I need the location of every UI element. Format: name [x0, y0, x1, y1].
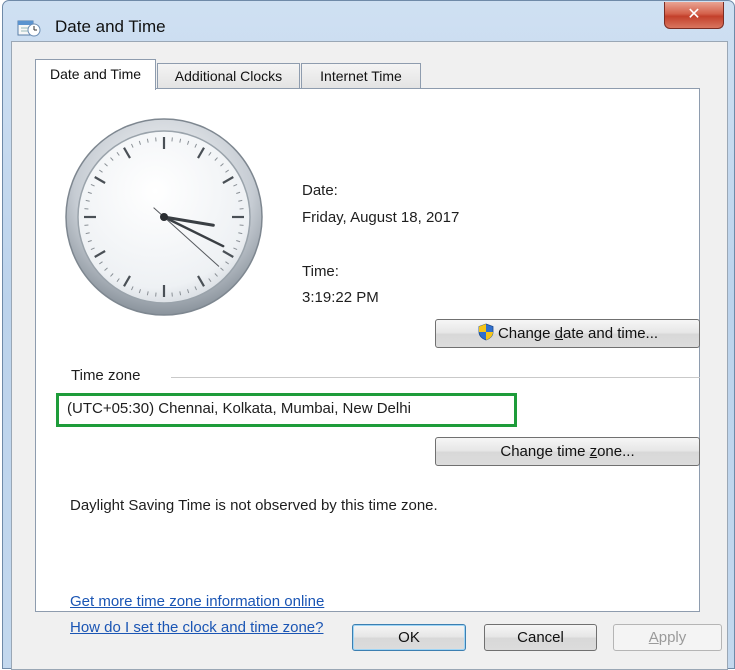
clock-center-cap	[160, 213, 168, 221]
time-zone-heading: Time zone	[71, 367, 140, 384]
time-zone-value: (UTC+05:30) Chennai, Kolkata, Mumbai, Ne…	[67, 400, 411, 417]
button-label-post: one...	[597, 443, 635, 460]
tab-date-and-time[interactable]: Date and Time	[35, 59, 156, 90]
apply-label-accel: A	[649, 629, 659, 646]
time-zone-info-link[interactable]: Get more time zone information online	[70, 593, 324, 610]
change-time-zone-button[interactable]: Change time zone...	[435, 437, 700, 466]
cancel-button[interactable]: Cancel	[484, 624, 597, 651]
tab-label: Additional Clocks	[175, 68, 282, 84]
tab-additional-clocks[interactable]: Additional Clocks	[157, 63, 300, 88]
how-to-set-clock-link[interactable]: How do I set the clock and time zone?	[70, 619, 323, 636]
tab-label: Date and Time	[50, 66, 141, 82]
button-label-post: ate and time...	[563, 325, 658, 342]
apply-button[interactable]: Apply	[613, 624, 722, 651]
tab-panel: Date: Friday, August 18, 2017 Time: 3:19…	[35, 88, 700, 612]
cancel-label: Cancel	[517, 629, 564, 646]
group-divider	[171, 377, 700, 378]
uac-shield-icon	[477, 323, 495, 341]
date-value: Friday, August 18, 2017	[302, 209, 459, 226]
close-button[interactable]: ✕	[664, 2, 724, 29]
button-label-accel: z	[590, 443, 598, 460]
button-label-pre: Change	[498, 325, 555, 342]
close-icon: ✕	[687, 4, 700, 23]
analog-clock	[64, 117, 264, 317]
ok-button[interactable]: OK	[352, 624, 466, 651]
time-label: Time:	[302, 263, 339, 280]
change-date-and-time-button[interactable]: Change date and time...	[435, 319, 700, 348]
date-time-dialog: Date and Time ✕ Date and Time Additional…	[2, 0, 735, 669]
apply-label-post: pply	[659, 629, 687, 646]
window-title: Date and Time	[55, 17, 166, 37]
dialog-client-area: Date and Time Additional Clocks Internet…	[11, 41, 728, 670]
title-bar[interactable]: Date and Time ✕	[3, 1, 734, 45]
button-label-accel: d	[555, 325, 563, 342]
time-value: 3:19:22 PM	[302, 289, 379, 306]
button-label-pre: Change time	[500, 443, 589, 460]
calendar-clock-icon	[17, 17, 41, 37]
date-label: Date:	[302, 182, 338, 199]
dst-note: Daylight Saving Time is not observed by …	[70, 497, 438, 514]
tab-internet-time[interactable]: Internet Time	[301, 63, 421, 88]
tab-label: Internet Time	[320, 68, 402, 84]
ok-label: OK	[398, 629, 420, 646]
